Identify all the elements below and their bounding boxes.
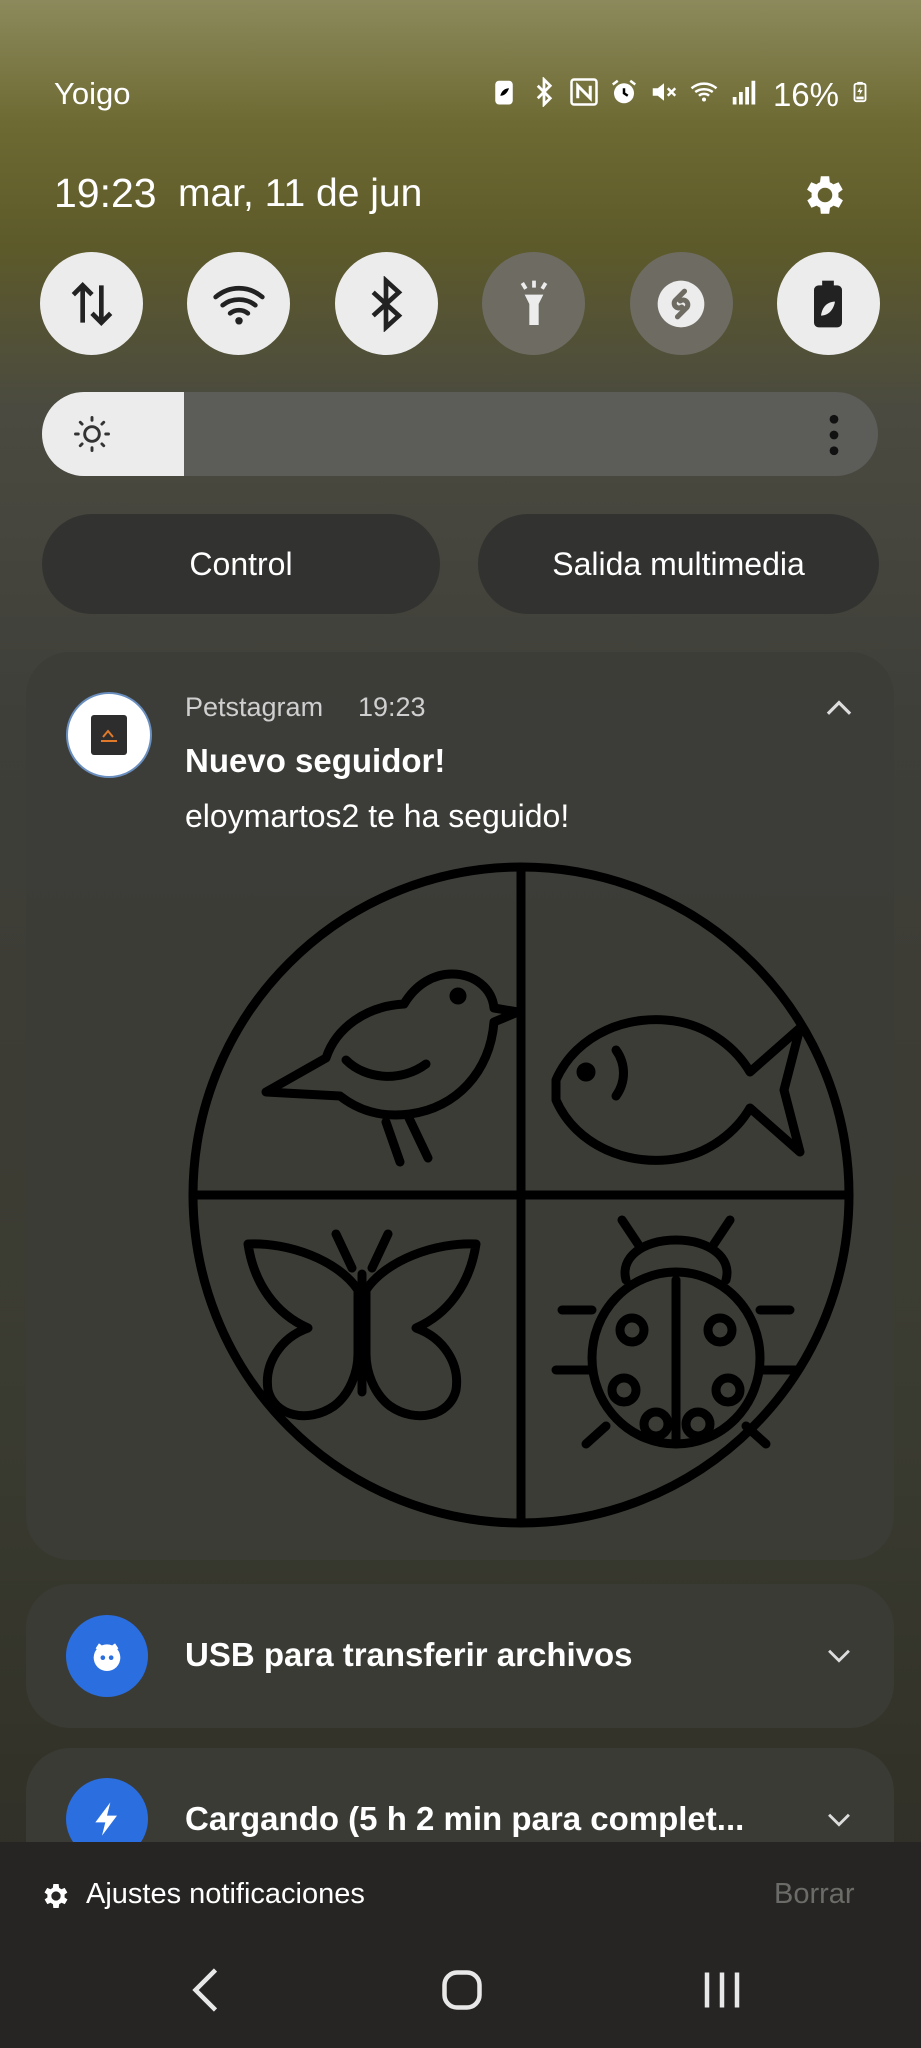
wifi-icon xyxy=(213,285,265,325)
chevron-down-icon[interactable] xyxy=(822,1638,856,1672)
notification-time: 19:23 xyxy=(358,692,426,722)
tile-shazam[interactable] xyxy=(629,252,733,355)
data-arrows-icon xyxy=(71,281,112,326)
control-button[interactable]: Control xyxy=(42,514,440,614)
date: mar, 11 de jun xyxy=(178,172,423,215)
tile-bluetooth[interactable] xyxy=(334,252,438,355)
tile-flashlight[interactable] xyxy=(482,252,586,355)
notification-title: Nuevo seguidor! xyxy=(185,742,446,779)
butterfly-icon xyxy=(243,1229,481,1421)
tile-mobile-data[interactable] xyxy=(40,252,143,355)
chevron-up-icon[interactable] xyxy=(820,690,858,728)
signal-icon xyxy=(729,77,759,114)
recents-icon[interactable] xyxy=(692,1960,752,2020)
more-options-icon[interactable] xyxy=(828,414,840,456)
battery-charging-icon xyxy=(849,77,871,114)
notification-settings-link[interactable]: Ajustes notificaciones xyxy=(86,1878,365,1911)
bluetooth-icon xyxy=(529,75,559,114)
battery-percent: 16% xyxy=(772,76,839,113)
brightness-slider[interactable] xyxy=(42,392,878,476)
chevron-down-icon[interactable] xyxy=(822,1802,856,1836)
gear-icon[interactable] xyxy=(40,1880,72,1912)
flashlight-icon xyxy=(520,280,547,325)
home-icon[interactable] xyxy=(432,1960,492,2020)
bluetooth-icon xyxy=(371,275,403,332)
ladybug-icon xyxy=(551,1215,801,1449)
quick-settings-row xyxy=(40,252,880,355)
alarm-icon xyxy=(609,77,639,114)
nfc-icon xyxy=(569,77,599,114)
status-icons: 16% xyxy=(489,75,871,114)
charging-notification-title: Cargando (5 h 2 min para complet... xyxy=(185,1800,745,1837)
battery-saver-icon xyxy=(489,77,519,114)
fish-icon xyxy=(551,1015,805,1165)
clear-button[interactable]: Borrar xyxy=(774,1878,855,1911)
petstagram-app-icon xyxy=(66,692,152,778)
brightness-icon xyxy=(74,416,110,452)
bird-icon xyxy=(261,969,523,1167)
usb-notification-title: USB para transferir archivos xyxy=(185,1636,633,1673)
usb-app-icon xyxy=(66,1615,148,1697)
tile-power-saving[interactable] xyxy=(776,252,880,355)
wifi-icon xyxy=(689,77,719,114)
lightning-icon xyxy=(95,1802,117,1836)
media-output-button[interactable]: Salida multimedia xyxy=(478,514,879,614)
petstagram-logo-icon xyxy=(101,729,117,742)
usb-icon xyxy=(93,1643,121,1671)
mute-icon xyxy=(649,77,679,114)
settings-button[interactable] xyxy=(800,170,850,220)
carrier-name: Yoigo xyxy=(54,76,131,111)
gear-icon xyxy=(807,176,843,214)
pet-categories-circle-icon xyxy=(188,862,854,1528)
tile-wifi[interactable] xyxy=(187,252,291,355)
notification-body: eloymartos2 te ha seguido! xyxy=(185,798,570,834)
back-icon[interactable] xyxy=(178,1960,238,2020)
battery-leaf-icon xyxy=(814,280,843,327)
clock: 19:23 xyxy=(54,170,157,216)
notification-app-name: Petstagram xyxy=(185,692,324,722)
shazam-icon xyxy=(657,280,705,327)
